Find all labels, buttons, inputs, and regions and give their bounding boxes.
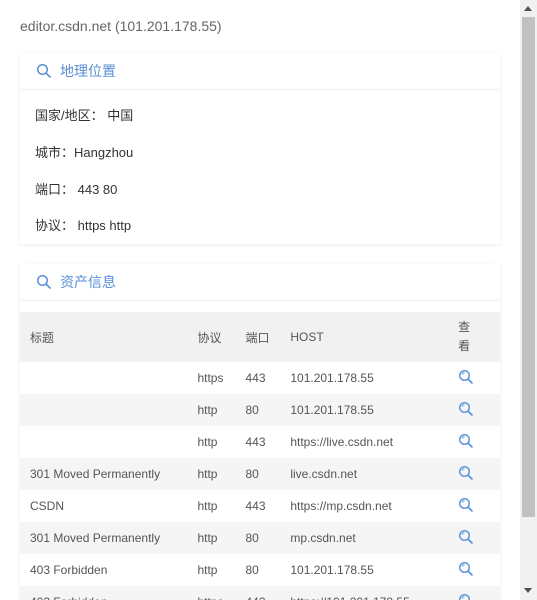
- cell-host: live.csdn.net: [290, 458, 459, 490]
- cell-title: [20, 426, 197, 458]
- cell-protocol: http: [197, 394, 246, 426]
- scroll-down-arrow-icon[interactable]: [524, 588, 532, 593]
- col-view: 查看: [458, 320, 471, 353]
- geo-panel: 地理位置 国家/地区： 中国 城市：Hangzhou 端口： 443 80 协议…: [20, 53, 500, 244]
- cell-title: 403 Forbidden: [30, 563, 108, 577]
- col-host: HOST: [290, 312, 459, 362]
- cell-protocol: http: [197, 435, 218, 449]
- asset-heading: 资产信息: [60, 274, 116, 290]
- magnifier-icon[interactable]: [458, 401, 474, 417]
- magnifier-icon[interactable]: [458, 529, 474, 545]
- cell-port: 443: [245, 499, 266, 513]
- asset-table: 标题 协议 端口 HOST 查看 https 443 101.201.178.5…: [20, 312, 500, 600]
- col-title: 标题: [20, 312, 198, 362]
- cell-host: https://mp.csdn.net: [290, 499, 392, 513]
- page-viewport: editor.csdn.net (101.201.178.55) 地理位置 国家…: [0, 0, 520, 600]
- magnifier-icon[interactable]: [458, 593, 474, 600]
- scrollbar-thumb[interactable]: [522, 17, 535, 517]
- cell-protocol: http: [197, 499, 218, 513]
- table-row: https 443 101.201.178.55: [20, 362, 500, 394]
- cell-protocol: http: [197, 522, 246, 554]
- cell-host: mp.csdn.net: [290, 522, 459, 554]
- geo-country: 国家/地区： 中国: [35, 108, 134, 123]
- cell-protocol: http: [197, 563, 218, 577]
- cell-protocol: https: [197, 371, 224, 385]
- cell-host: https://101.201.178.55: [290, 586, 459, 600]
- cell-host: 101.201.178.55: [290, 394, 459, 426]
- geo-ports: 端口： 443 80: [35, 182, 118, 197]
- cell-host: 101.201.178.55: [290, 371, 374, 385]
- page-title: editor.csdn.net (101.201.178.55): [20, 18, 222, 34]
- geo-panel-header: 地理位置: [20, 53, 500, 90]
- cell-title: CSDN: [30, 499, 65, 513]
- asset-table-header: 标题 协议 端口 HOST 查看: [20, 312, 500, 362]
- magnifier-icon[interactable]: [458, 561, 474, 577]
- search-icon: [36, 274, 52, 290]
- table-row: http 80 101.201.178.55: [20, 394, 500, 426]
- cell-port: 443: [245, 586, 291, 600]
- table-row: CSDN http 443 https://mp.csdn.net: [20, 490, 500, 522]
- search-icon: [36, 63, 52, 79]
- table-row: 403 Forbidden http 80 101.201.178.55: [20, 554, 500, 586]
- col-port: 端口: [245, 312, 291, 362]
- magnifier-icon[interactable]: [458, 465, 474, 481]
- geo-city: 城市：Hangzhou: [35, 145, 134, 160]
- cell-port: 80: [245, 563, 259, 577]
- cell-title: 301 Moved Permanently: [20, 522, 198, 554]
- table-row: http 443 https://live.csdn.net: [20, 426, 500, 458]
- cell-port: 80: [245, 522, 291, 554]
- cell-host: https://live.csdn.net: [290, 435, 394, 449]
- cell-title: [20, 362, 197, 394]
- asset-panel-header: 资产信息: [20, 264, 500, 301]
- col-protocol: 协议: [197, 312, 246, 362]
- cell-port: 80: [245, 394, 291, 426]
- vertical-scrollbar[interactable]: [520, 0, 537, 600]
- magnifier-icon[interactable]: [458, 369, 474, 385]
- table-row: 301 Moved Permanently http 80 mp.csdn.ne…: [20, 522, 500, 554]
- geo-protocols: 协议： https http: [35, 218, 132, 233]
- cell-title: [20, 394, 198, 426]
- cell-port: 80: [245, 458, 291, 490]
- cell-title: 301 Moved Permanently: [20, 458, 198, 490]
- magnifier-icon[interactable]: [458, 497, 474, 513]
- magnifier-icon[interactable]: [458, 433, 474, 449]
- cell-protocol: http: [197, 458, 246, 490]
- table-row: 301 Moved Permanently http 80 live.csdn.…: [20, 458, 500, 490]
- geo-heading: 地理位置: [60, 63, 116, 79]
- cell-title: 403 Forbidden: [20, 586, 198, 600]
- cell-port: 443: [245, 371, 266, 385]
- table-row: 403 Forbidden https 443 https://101.201.…: [20, 586, 500, 600]
- cell-protocol: https: [197, 586, 246, 600]
- cell-port: 443: [245, 435, 266, 449]
- scroll-up-arrow-icon[interactable]: [524, 6, 532, 11]
- cell-host: 101.201.178.55: [290, 563, 374, 577]
